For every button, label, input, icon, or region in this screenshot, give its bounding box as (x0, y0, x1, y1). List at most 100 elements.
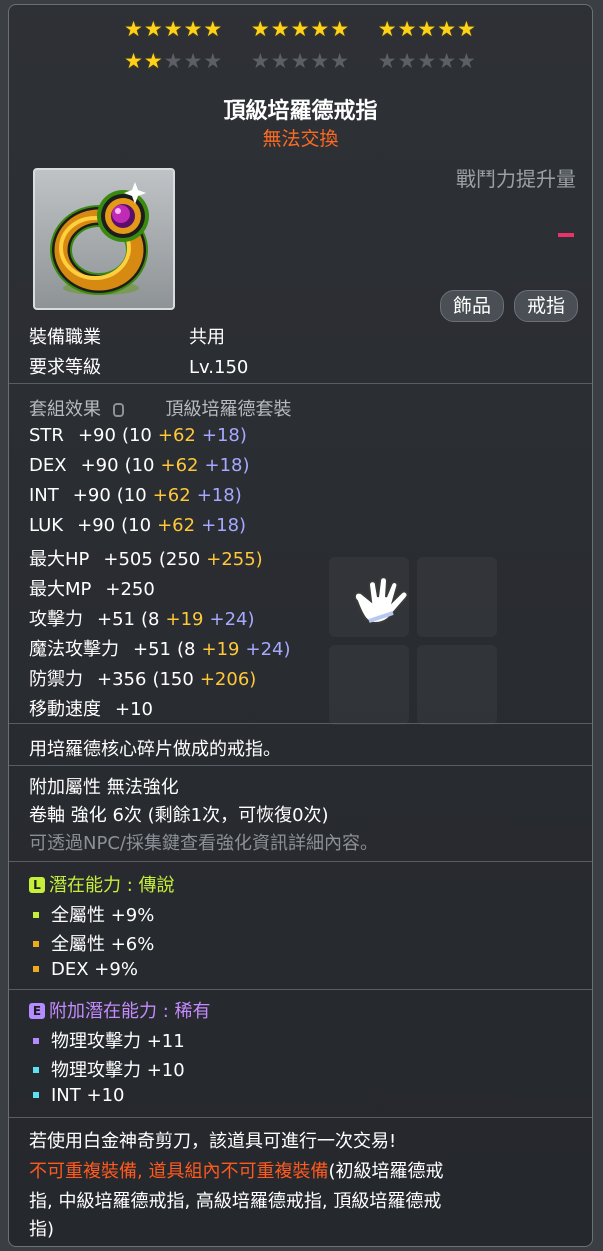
ring-icon (50, 182, 149, 295)
stat-bonus1: +255) (206, 549, 263, 570)
item-description: 用培羅德核心碎片做成的戒指。 (29, 739, 281, 760)
potential-title: 潛在能力 : 傳說 (49, 875, 175, 896)
unique-equip-note: 不可重複裝備, 道具組內不可重複裝備(初級培羅德戒 (29, 1161, 444, 1182)
star-group: ★★★★★ (377, 49, 477, 73)
star-group-empty: ★★★ (163, 49, 224, 73)
stat-total: +10 (115, 699, 153, 720)
scroll-upgrades: 卷軸 強化 6次 (剩餘1次，可恢復0次) (29, 805, 329, 826)
stat-bonus1: +206) (199, 669, 257, 690)
potential-line-text: 物理攻擊力 +11 (51, 1031, 185, 1052)
divider (9, 765, 592, 766)
stat-name: 最大HP (29, 549, 90, 570)
item-name: 頂級培羅德戒指 (223, 99, 378, 124)
stat-bonus2: +24) (209, 609, 255, 630)
stat-bonus2: +18) (204, 455, 250, 476)
stat-total: +505 (103, 549, 153, 570)
divider (9, 723, 592, 724)
divider (9, 383, 592, 384)
stat-name: 移動速度 (29, 699, 101, 720)
power-increase-minus (558, 233, 574, 237)
background-slot (417, 645, 497, 725)
stat-name: LUK (29, 515, 64, 536)
stat-total: +51 (133, 639, 171, 660)
potential-line: DEX +9% (29, 959, 138, 980)
star-group: ★★★★★ (250, 17, 351, 41)
star-force-row-1: ★★★★★ ★★★★★ ★★★★★ (9, 19, 592, 40)
potential-line: 物理攻擊力 +10 (29, 1056, 185, 1082)
bullet-icon (33, 965, 39, 972)
stat-row: 最大MP +250 (29, 575, 179, 601)
power-increase-label: 戰鬥力提升量 (456, 167, 576, 191)
background-slot (417, 557, 497, 637)
lock-icon (112, 403, 124, 417)
stat-base: (10 (121, 515, 152, 536)
star-group: ★★★★★ (124, 17, 224, 41)
glove-cursor-icon (353, 577, 409, 625)
stat-bonus2: +24) (245, 639, 291, 660)
background-slot (329, 645, 409, 725)
potential-line: 全屬性 +9% (29, 901, 154, 927)
stat-bonus2: +18) (201, 425, 247, 446)
bonus-potential-header: E 附加潛在能力 : 稀有 (29, 997, 211, 1023)
stat-name: STR (29, 425, 64, 446)
requirement-level: 要求等級 Lv.150 (29, 357, 249, 378)
unique-equip-note-end: 指) (29, 1219, 55, 1240)
stat-name: 魔法攻擊力 (29, 639, 119, 660)
stat-total: +90 (77, 515, 116, 536)
potential-line-text: 物理攻擊力 +10 (51, 1060, 185, 1081)
set-effect[interactable]: 套組效果 頂級培羅德套裝 (29, 395, 291, 421)
potential-line-text: 全屬性 +9% (51, 905, 155, 926)
stat-base: (150 (152, 669, 194, 690)
potential-line-text: DEX +9% (51, 959, 138, 980)
stat-bonus2: +18) (201, 515, 247, 536)
stat-row: 防禦力 +356 (150 +206) (29, 665, 268, 691)
upgrade-hint: 可透過NPC/採集鍵查看強化資訊詳細內容。 (29, 833, 378, 854)
legendary-badge: L (29, 877, 45, 893)
stat-total: +90 (72, 485, 111, 506)
item-icon-frame (33, 168, 175, 310)
stat-name: DEX (29, 455, 67, 476)
stat-bonus1: +62 (160, 455, 199, 476)
stat-row: 攻擊力 +51 (8 +19 +24) (29, 605, 261, 631)
stat-base: (10 (116, 485, 147, 506)
stat-row: 最大HP +505 (250 +255) (29, 545, 275, 571)
potential-line: INT +10 (29, 1085, 124, 1106)
stat-total: +51 (97, 609, 135, 630)
stat-row: STR +90 (10 +62 +18) (29, 425, 253, 446)
stat-bonus1: +19 (201, 639, 240, 660)
stat-bonus2: +18) (196, 485, 242, 506)
extra-attribute: 附加屬性 無法強化 (29, 777, 179, 798)
requirement-job: 裝備職業 共用 (29, 327, 225, 348)
stat-bonus1: +62 (152, 485, 191, 506)
bullet-icon (33, 940, 39, 947)
item-tooltip: ★★★★★ ★★★★★ ★★★★★ ★★★★★ ★★★★★ ★★★★★ 頂級培羅… (8, 4, 593, 1247)
stat-base: (8 (141, 609, 160, 630)
trade-status: 無法交換 (262, 128, 339, 150)
stat-row: 魔法攻擊力 +51 (8 +19 +24) (29, 635, 297, 661)
stat-bonus1: +62 (157, 515, 196, 536)
stat-total: +250 (105, 579, 155, 600)
stat-bonus1: +19 (165, 609, 204, 630)
potential-line-text: 全屬性 +6% (51, 934, 155, 955)
potential-header: L 潛在能力 : 傳說 (29, 871, 175, 897)
stat-name: 防禦力 (29, 669, 83, 690)
stat-name: INT (29, 485, 59, 506)
stat-row: 移動速度 +10 (29, 695, 177, 721)
unique-equip-note-cont: 指, 中級培羅德戒指, 高級培羅德戒指, 頂級培羅德戒 (29, 1191, 442, 1212)
stat-base: (10 (121, 425, 152, 446)
stat-base: (250 (158, 549, 201, 570)
divider (9, 861, 592, 862)
scissors-note: 若使用白金神奇剪刀，該道具可進行一次交易! (29, 1131, 397, 1152)
stat-bonus1: +62 (157, 425, 196, 446)
stat-row: LUK +90 (10 +62 +18) (29, 515, 252, 536)
bonus-potential-title: 附加潛在能力 : 稀有 (49, 1001, 211, 1022)
bullet-icon (33, 1037, 39, 1044)
star-group: ★★★★★ (250, 49, 351, 73)
potential-line: 全屬性 +6% (29, 930, 154, 956)
stat-total: +356 (97, 669, 147, 690)
stat-name: 最大MP (29, 579, 92, 600)
stat-total: +90 (80, 455, 119, 476)
stat-total: +90 (77, 425, 116, 446)
star-group-filled: ★★ (124, 49, 164, 73)
stat-base: (10 (124, 455, 155, 476)
